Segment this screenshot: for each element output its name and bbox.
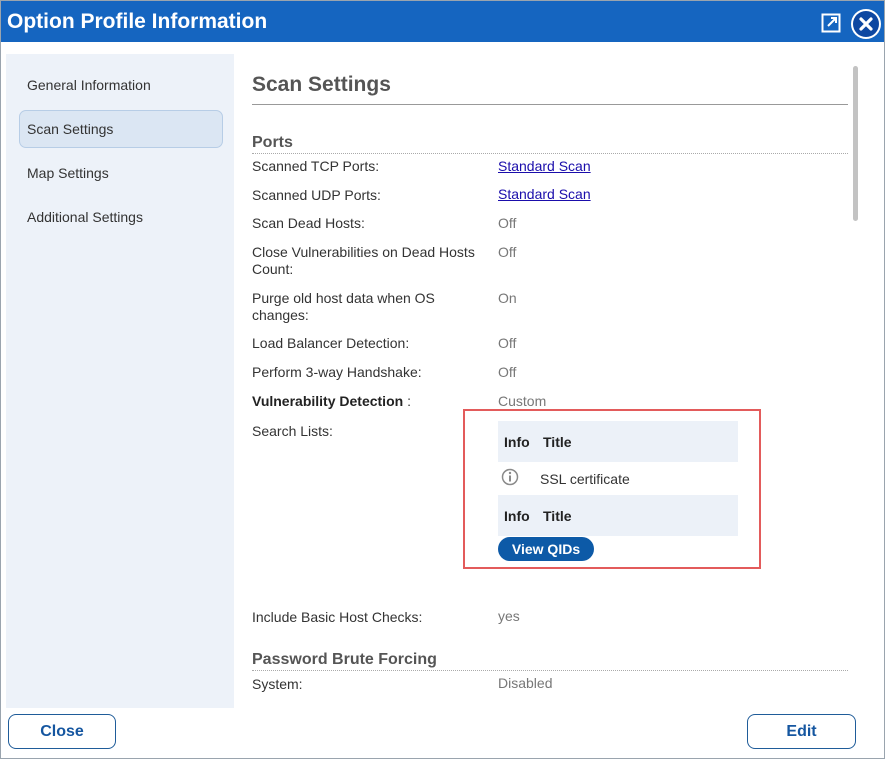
- system-value: Disabled: [498, 675, 553, 691]
- search-lists-label: Search Lists:: [252, 423, 333, 439]
- vulnerability-detection-label-text: Vulnerability Detection: [252, 393, 404, 409]
- close-button[interactable]: Close: [8, 714, 116, 749]
- sidebar-item-additional-settings[interactable]: Additional Settings: [19, 198, 223, 236]
- sidebar-item-scan-settings[interactable]: Scan Settings: [19, 110, 223, 148]
- heading-divider: [252, 104, 848, 105]
- basic-host-checks-label: Include Basic Host Checks:: [252, 609, 423, 625]
- dialog-title: Option Profile Information: [7, 10, 268, 33]
- scan-dead-hosts-label: Scan Dead Hosts:: [252, 215, 365, 231]
- vulnerability-detection-label: Vulnerability Detection :: [252, 393, 492, 410]
- purge-host-data-value: On: [498, 290, 517, 306]
- handshake-value: Off: [498, 364, 517, 380]
- close-dialog-button[interactable]: [851, 9, 881, 39]
- udp-ports-label: Scanned UDP Ports:: [252, 187, 381, 203]
- ports-heading: Ports: [252, 134, 293, 151]
- page-title: Scan Settings: [252, 73, 391, 96]
- scan-settings-panel: Scan Settings Ports Scanned TCP Ports: S…: [252, 54, 848, 708]
- sidebar: General Information Scan Settings Map Se…: [6, 54, 234, 708]
- search-list-info-column-secondary: Info: [504, 508, 530, 524]
- close-vulns-dead-hosts-value: Off: [498, 244, 517, 260]
- sidebar-item-general-information[interactable]: General Information: [19, 66, 223, 104]
- search-list-title-column: Title: [543, 434, 572, 450]
- title-bar: Option Profile Information: [1, 1, 884, 42]
- info-icon[interactable]: [501, 468, 519, 486]
- purge-host-data-label: Purge old host data when OS changes:: [252, 290, 435, 323]
- vulnerability-detection-value: Custom: [498, 393, 547, 409]
- content-scrollbar[interactable]: [853, 66, 858, 221]
- search-list-header-secondary: Info Title: [498, 495, 738, 536]
- search-list-header: Info Title: [498, 421, 738, 462]
- tcp-ports-label: Scanned TCP Ports:: [252, 158, 380, 174]
- search-list-info-column: Info: [504, 434, 530, 450]
- load-balancer-label: Load Balancer Detection:: [252, 335, 410, 351]
- password-brute-forcing-divider: [252, 670, 848, 671]
- search-list-title-column-secondary: Title: [543, 508, 572, 524]
- close-vulns-dead-hosts-label: Close Vulnerabilities on Dead Hosts Coun…: [252, 244, 475, 277]
- tcp-ports-link[interactable]: Standard Scan: [498, 158, 591, 175]
- vulnerability-detection-colon: :: [403, 393, 411, 409]
- ports-divider: [252, 153, 848, 154]
- view-qids-button[interactable]: View QIDs: [498, 537, 594, 561]
- option-profile-dialog: Option Profile Information General Infor…: [0, 0, 885, 759]
- sidebar-item-map-settings[interactable]: Map Settings: [19, 154, 223, 192]
- search-list-item-title: SSL certificate: [540, 471, 630, 487]
- handshake-label: Perform 3-way Handshake:: [252, 364, 422, 380]
- system-label: System:: [252, 676, 303, 692]
- udp-ports-link[interactable]: Standard Scan: [498, 186, 591, 203]
- load-balancer-value: Off: [498, 335, 517, 351]
- close-icon: [859, 17, 873, 31]
- scan-dead-hosts-value: Off: [498, 215, 517, 231]
- password-brute-forcing-heading: Password Brute Forcing: [252, 651, 437, 668]
- edit-button[interactable]: Edit: [747, 714, 856, 749]
- basic-host-checks-value: yes: [498, 608, 520, 624]
- popout-icon[interactable]: [821, 13, 841, 33]
